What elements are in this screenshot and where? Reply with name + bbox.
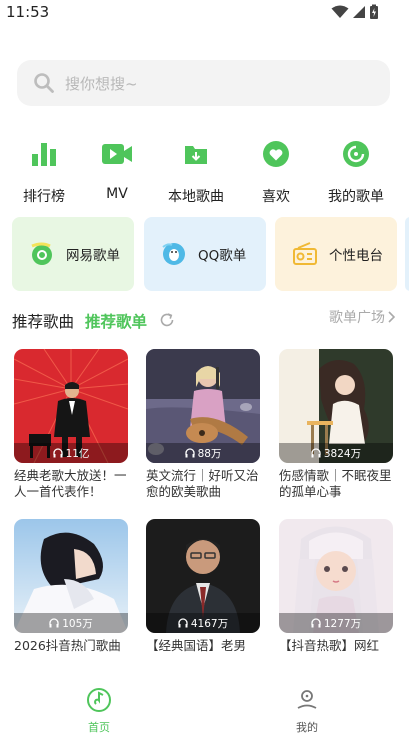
headphones-icon	[311, 618, 321, 628]
signal-icon	[353, 6, 365, 18]
source-cards: 网易歌单 QQ歌单 个性电台	[0, 217, 409, 291]
playlist-title: 经典老歌大放送！一人一首代表作！	[14, 468, 127, 499]
video-camera-icon	[102, 144, 132, 164]
quick-label-mv: MV	[106, 186, 128, 202]
card-netease[interactable]: 网易歌单	[12, 217, 134, 291]
playlist-cover: 1277万	[279, 519, 393, 633]
bar-chart-icon	[32, 143, 56, 166]
card-qq[interactable]: QQ歌单	[144, 217, 266, 291]
quick-item-local[interactable]: 本地歌曲	[156, 136, 236, 206]
qq-penguin-icon	[162, 243, 185, 265]
search-placeholder: 搜你想搜~	[65, 74, 138, 93]
search-icon	[34, 73, 54, 93]
quick-item-my-playlist[interactable]: 我的歌单	[316, 136, 396, 206]
card-label-radio: 个性电台	[329, 248, 383, 264]
tab-recommend-playlists[interactable]: 推荐歌单	[85, 310, 147, 332]
playlist-card[interactable]: 11亿 经典老歌大放送！一人一首代表作！	[14, 349, 128, 500]
play-count: 1277万	[279, 613, 393, 633]
play-count: 105万	[14, 613, 128, 633]
playlist-title: 【经典国语】老男	[146, 638, 247, 653]
headphones-icon	[49, 618, 59, 628]
playlist-card[interactable]: 1277万 【抖音热歌】网红	[279, 519, 393, 654]
playlist-card[interactable]: 105万 2026抖音热门歌曲	[14, 519, 128, 654]
netease-icon	[31, 242, 52, 265]
headphones-icon	[178, 618, 188, 628]
card-radio[interactable]: 个性电台	[275, 217, 397, 291]
playlist-square-label: 歌单广场	[329, 310, 385, 326]
quick-item-mv[interactable]: MV	[77, 136, 157, 202]
heart-icon	[263, 141, 289, 167]
play-count: 4167万	[146, 613, 260, 633]
play-count-value: 3824万	[323, 447, 362, 460]
playlist-cover: 88万	[146, 349, 260, 463]
bottom-tab-home[interactable]: 首页	[59, 687, 139, 735]
playlist-grid: 11亿 经典老歌大放送！一人一首代表作！ 88万 英文流行｜好听又治愈的欧美歌曲…	[0, 349, 409, 654]
play-count-value: 105万	[62, 617, 93, 630]
quick-label-like: 喜欢	[262, 189, 290, 205]
card-label-netease: 网易歌单	[66, 248, 120, 264]
home-disc-icon	[87, 688, 111, 712]
play-count: 11亿	[14, 443, 128, 463]
battery-icon	[370, 4, 378, 19]
quick-item-ranking[interactable]: 排行榜	[4, 136, 84, 206]
playlist-card[interactable]: 3824万 伤感情歌｜不眠夜里的孤单心事	[279, 349, 393, 500]
section-header: 推荐歌曲 推荐歌单 歌单广场	[0, 306, 409, 336]
tab-recommend-songs[interactable]: 推荐歌曲	[12, 310, 74, 332]
bottom-nav: 首页 我的	[0, 680, 409, 737]
playlist-cover: 11亿	[14, 349, 128, 463]
playlist-cover: 105万	[14, 519, 128, 633]
quick-label-local: 本地歌曲	[168, 189, 224, 205]
headphones-icon	[52, 448, 63, 458]
radio-icon	[293, 242, 317, 265]
quick-item-like[interactable]: 喜欢	[236, 136, 316, 206]
bottom-tab-mine[interactable]: 我的	[267, 687, 347, 735]
profile-icon	[297, 690, 317, 709]
play-count-value: 1277万	[323, 617, 362, 630]
play-count: 88万	[146, 443, 260, 463]
card-overflow-peek[interactable]	[405, 217, 409, 291]
playlist-square-link[interactable]: 歌单广场	[329, 307, 395, 327]
headphones-icon	[311, 448, 321, 458]
quick-label-my-playlist: 我的歌单	[328, 189, 384, 205]
playlist-title: 伤感情歌｜不眠夜里的孤单心事	[279, 468, 392, 499]
search-bar[interactable]: 搜你想搜~	[17, 60, 390, 106]
folder-download-icon	[185, 146, 207, 164]
playlist-title: 2026抖音热门歌曲	[14, 638, 121, 653]
refresh-icon[interactable]	[158, 311, 176, 329]
card-label-qq: QQ歌单	[198, 248, 247, 264]
headphones-icon	[184, 448, 195, 458]
bottom-tab-home-label: 首页	[88, 721, 110, 734]
play-count: 3824万	[279, 443, 393, 463]
playlist-cover: 3824万	[279, 349, 393, 463]
playlist-title: 【抖音热歌】网红	[279, 638, 380, 653]
play-count-value: 11亿	[65, 447, 90, 460]
quick-label-ranking: 排行榜	[23, 189, 65, 205]
playlist-title: 英文流行｜好听又治愈的欧美歌曲	[146, 468, 259, 499]
playlist-card[interactable]: 88万 英文流行｜好听又治愈的欧美歌曲	[146, 349, 260, 500]
wifi-icon	[331, 5, 349, 18]
disc-icon	[343, 141, 369, 167]
status-bar: 11:53	[0, 0, 409, 26]
playlist-card[interactable]: 4167万 【经典国语】老男	[146, 519, 260, 654]
status-icons	[331, 4, 379, 20]
quick-nav: 排行榜 MV 本地歌曲 喜欢 我的歌单	[0, 136, 409, 206]
playlist-cover: 4167万	[146, 519, 260, 633]
play-count-value: 4167万	[190, 617, 229, 630]
bottom-tab-mine-label: 我的	[296, 721, 318, 734]
chevron-right-icon	[388, 311, 395, 323]
status-time: 11:53	[6, 3, 50, 21]
play-count-value: 88万	[197, 447, 222, 460]
